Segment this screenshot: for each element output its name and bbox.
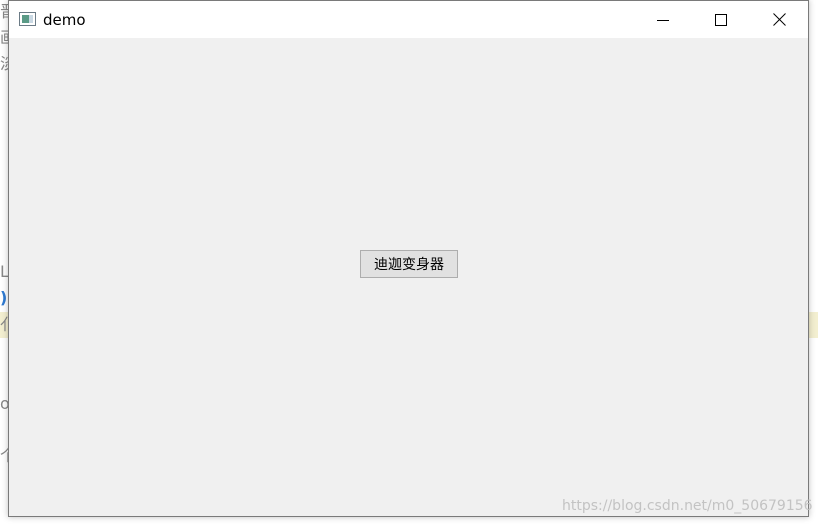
- maximize-icon: [715, 13, 727, 26]
- window-title: demo: [43, 11, 86, 29]
- maximize-button[interactable]: [692, 1, 750, 38]
- demo-window: demo 迪迦变身器: [8, 0, 809, 517]
- minimize-icon: [657, 19, 669, 21]
- close-button[interactable]: [750, 1, 808, 38]
- background-text-fragment: ): [0, 288, 8, 307]
- title-bar[interactable]: demo: [9, 1, 808, 38]
- transform-button[interactable]: 迪迦变身器: [360, 250, 458, 278]
- minimize-button[interactable]: [634, 1, 692, 38]
- watermark-text: https://blog.csdn.net/m0_50679156: [562, 498, 813, 514]
- close-icon: [772, 13, 786, 26]
- app-icon: [19, 12, 36, 26]
- window-client-area: 迪迦变身器: [9, 38, 808, 516]
